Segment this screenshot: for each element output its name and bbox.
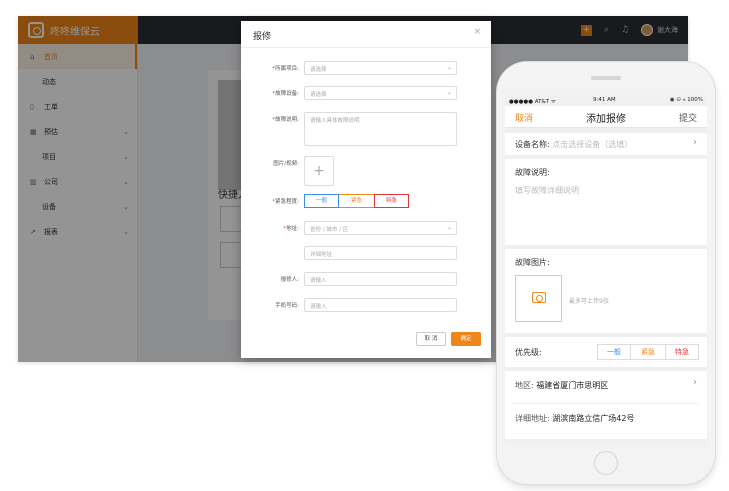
phone-speaker — [591, 76, 621, 80]
priority-normal-button[interactable]: 一般 — [597, 344, 631, 360]
priority-urgent-button[interactable]: 紧急 — [631, 344, 665, 360]
home-button[interactable] — [594, 451, 618, 475]
divider — [513, 403, 699, 404]
nav-title: 添加报修 — [586, 114, 626, 125]
modal-title: 报修 — [253, 32, 272, 42]
reporter-input[interactable]: 请输入 — [304, 272, 457, 286]
images-label: 故障图片: — [515, 258, 550, 267]
chevron-right-icon: › — [693, 137, 697, 148]
add-photo-button[interactable] — [515, 275, 562, 322]
device-select[interactable]: 请选择 ⌄ — [304, 86, 457, 100]
region-row[interactable]: 地区: 福建省厦门市思明区 — [515, 380, 608, 391]
nav-bar: 取消 添加报修 提交 — [505, 106, 707, 128]
phone-input[interactable]: 请输入 — [304, 298, 457, 312]
chevron-right-icon: › — [693, 377, 697, 388]
images-section: 故障图片: 最多可上传9张 — [505, 249, 707, 333]
device-label: *故障设备: — [272, 91, 299, 97]
description-label: 故障说明: — [515, 168, 550, 177]
description-input[interactable]: 填写故障详细说明 — [515, 185, 579, 196]
chevron-down-icon: ⌄ — [446, 89, 452, 96]
project-select[interactable]: 请选择 ⌄ — [304, 61, 457, 75]
address-label: *地址: — [283, 226, 299, 232]
close-icon[interactable]: × — [473, 27, 481, 37]
add-image-button[interactable]: + — [304, 156, 334, 186]
phone-label: 手机号码: — [275, 303, 299, 309]
description-textarea[interactable]: 请输入具体故障说明 — [304, 112, 457, 146]
phone-screen: ●●●●● AT&T ᯤ 9:41 AM ◉ ⊙ ⁎ 100% 取消 添加报修 … — [505, 95, 707, 445]
phone-device: ●●●●● AT&T ᯤ 9:41 AM ◉ ⊙ ⁎ 100% 取消 添加报修 … — [497, 62, 715, 484]
priority-critical-button[interactable]: 特急 — [665, 344, 699, 360]
project-label: *所属项目: — [272, 66, 299, 72]
address-detail-row[interactable]: 详细地址: 湖滨南路立信广场42号 — [515, 413, 634, 424]
submit-nav-button[interactable]: 提交 — [679, 111, 697, 124]
address-detail-input[interactable]: 详细地址 — [304, 246, 457, 260]
repair-modal: 报修 × *所属项目: 请选择 ⌄ *故障设备: 请选择 ⌄ *故障说明: 请输入具… — [241, 21, 491, 358]
status-bar: ●●●●● AT&T ᯤ 9:41 AM ◉ ⊙ ⁎ 100% — [505, 95, 707, 106]
address-section: 地区: 福建省厦门市思明区 › 详细地址: 湖滨南路立信广场42号 — [505, 371, 707, 439]
urgency-critical-button[interactable]: 特急 — [374, 194, 409, 208]
confirm-button[interactable]: 确定 — [451, 332, 481, 346]
images-label: 图片/视频: — [273, 161, 299, 167]
description-section: 故障说明: 填写故障详细说明 — [505, 159, 707, 245]
description-label: *故障说明: — [272, 117, 299, 123]
priority-label: 优先级: — [515, 348, 542, 357]
chevron-down-icon: ⌄ — [446, 224, 452, 231]
urgency-label: *紧急程度: — [272, 199, 299, 205]
reporter-label: 报修人: — [280, 277, 299, 283]
urgency-toggle-group: 一般 紧急 特急 — [304, 194, 409, 208]
modal-divider — [241, 47, 491, 48]
priority-row: 优先级: 一般 紧急 特急 — [505, 337, 707, 367]
camera-icon — [532, 292, 546, 303]
region-select[interactable]: 省份 / 城市 / 区 ⌄ — [304, 221, 457, 235]
urgency-urgent-button[interactable]: 紧急 — [339, 194, 374, 208]
device-picker-label: 设备名称: 点击选择设备（选填） — [515, 140, 633, 149]
battery-status: ◉ ⊙ ⁎ 100% — [669, 97, 703, 103]
priority-toggle-group: 一般 紧急 特急 — [597, 344, 699, 360]
status-time: 9:41 AM — [593, 97, 616, 103]
urgency-normal-button[interactable]: 一般 — [304, 194, 339, 208]
carrier-signal: ●●●●● AT&T ᯤ — [509, 99, 556, 105]
chevron-down-icon: ⌄ — [446, 64, 452, 71]
upload-hint: 最多可上传9张 — [569, 298, 609, 305]
cancel-button[interactable]: 取 消 — [416, 332, 446, 346]
device-picker-row[interactable]: 设备名称: 点击选择设备（选填） › — [505, 133, 707, 155]
